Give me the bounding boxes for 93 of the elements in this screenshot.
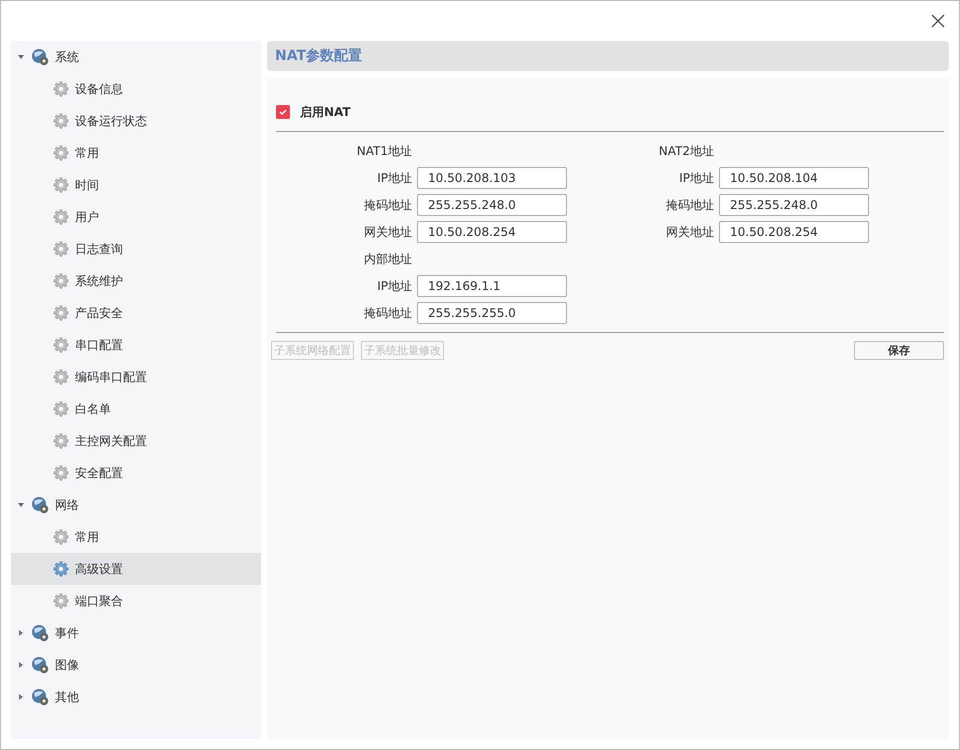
- input-field[interactable]: 10.50.208.254: [417, 221, 567, 243]
- gear-icon: [53, 209, 69, 225]
- globe-gear-icon: [31, 624, 49, 642]
- tree-item[interactable]: 设备运行状态: [11, 105, 261, 137]
- gear-icon: [53, 433, 69, 449]
- gear-icon: [53, 81, 69, 97]
- item-label: 常用: [75, 528, 99, 546]
- group-label: 网络: [55, 496, 79, 514]
- tree-group[interactable]: 图像: [11, 649, 261, 681]
- section-heading: 内部地址: [363, 250, 412, 268]
- tree-item[interactable]: 用户: [11, 201, 261, 233]
- tree-group[interactable]: 事件: [11, 617, 261, 649]
- gear-icon: [53, 145, 69, 161]
- gear-icon: [53, 401, 69, 417]
- tree-item[interactable]: 常用: [11, 521, 261, 553]
- expand-arrow-icon[interactable]: [17, 661, 25, 669]
- tree-item[interactable]: 常用: [11, 137, 261, 169]
- tree-item[interactable]: 安全配置: [11, 457, 261, 489]
- save-button[interactable]: 保存: [854, 341, 944, 360]
- item-label: 串口配置: [75, 336, 123, 354]
- gear-icon: [53, 177, 69, 193]
- gear-icon: [53, 369, 69, 385]
- tree-item[interactable]: 主控网关配置: [11, 425, 261, 457]
- gear-icon: [53, 337, 69, 353]
- field-label: 网关地址: [665, 224, 714, 240]
- tree-item[interactable]: 系统维护: [11, 265, 261, 297]
- item-label: 高级设置: [75, 560, 123, 578]
- input-field[interactable]: 10.50.208.254: [719, 221, 869, 243]
- tree-group[interactable]: 其他: [11, 681, 261, 713]
- tree-item[interactable]: 白名单: [11, 393, 261, 425]
- input-field[interactable]: 10.50.208.103: [417, 167, 567, 189]
- item-label: 设备运行状态: [75, 112, 147, 130]
- group-label: 图像: [55, 656, 79, 674]
- input-field[interactable]: 255.255.248.0: [417, 194, 567, 216]
- panel-title: NAT参数配置: [275, 47, 362, 65]
- group-label: 系统: [55, 48, 79, 66]
- field-label: 掩码地址: [363, 304, 412, 322]
- tree-item[interactable]: 产品安全: [11, 297, 261, 329]
- item-label: 端口聚合: [75, 592, 123, 610]
- item-label: 安全配置: [75, 464, 123, 482]
- item-label: 白名单: [75, 400, 111, 418]
- section-heading: NAT1地址: [356, 142, 412, 160]
- item-label: 日志查询: [75, 240, 123, 258]
- item-label: 主控网关配置: [75, 432, 147, 450]
- field-label: IP地址: [678, 170, 714, 186]
- tree-item[interactable]: 编码串口配置: [11, 361, 261, 393]
- field-label: 掩码地址: [363, 196, 412, 214]
- item-label: 系统维护: [75, 272, 123, 290]
- item-label: 用户: [75, 208, 99, 226]
- item-label: 常用: [75, 144, 99, 162]
- globe-gear-icon: [31, 656, 49, 674]
- globe-gear-icon: [31, 48, 49, 66]
- collapse-arrow-icon[interactable]: [17, 53, 25, 61]
- checkbox-label: 启用NAT: [300, 104, 351, 120]
- field-label: 网关地址: [363, 224, 412, 240]
- gear-icon: [53, 241, 69, 257]
- globe-gear-icon: [31, 496, 49, 514]
- field-label: IP地址: [376, 170, 412, 186]
- input-field[interactable]: 192.169.1.1: [417, 275, 567, 297]
- input-field[interactable]: 10.50.208.104: [719, 167, 869, 189]
- collapse-arrow-icon[interactable]: [17, 501, 25, 509]
- tree-item[interactable]: 设备信息: [11, 73, 261, 105]
- checkmark-icon: [278, 107, 288, 117]
- input-field[interactable]: 255.255.255.0: [417, 302, 567, 324]
- item-label: 设备信息: [75, 80, 123, 98]
- globe-gear-icon: [31, 688, 49, 706]
- item-label: 产品安全: [75, 304, 123, 322]
- field-label: IP地址: [376, 278, 412, 294]
- tree-group[interactable]: 网络: [11, 489, 261, 521]
- input-field[interactable]: 255.255.248.0: [719, 194, 869, 216]
- close-button[interactable]: [931, 14, 945, 28]
- gear-icon: [53, 561, 69, 577]
- gear-icon: [53, 305, 69, 321]
- gear-icon: [53, 465, 69, 481]
- tree-item[interactable]: 日志查询: [11, 233, 261, 265]
- gear-icon: [53, 113, 69, 129]
- gear-icon: [53, 273, 69, 289]
- tree-item[interactable]: 高级设置: [11, 553, 261, 585]
- expand-arrow-icon[interactable]: [17, 629, 25, 637]
- tree-item[interactable]: 时间: [11, 169, 261, 201]
- group-label: 事件: [55, 624, 79, 642]
- item-label: 时间: [75, 176, 99, 194]
- section-heading: NAT2地址: [658, 142, 714, 160]
- tree-item[interactable]: 串口配置: [11, 329, 261, 361]
- item-label: 编码串口配置: [75, 368, 147, 386]
- tree-group[interactable]: 系统: [11, 41, 261, 73]
- checkbox[interactable]: [276, 105, 290, 119]
- gear-icon: [53, 593, 69, 609]
- field-label: 掩码地址: [665, 196, 714, 214]
- gear-icon: [53, 529, 69, 545]
- group-label: 其他: [55, 688, 79, 706]
- tree-item[interactable]: 端口聚合: [11, 585, 261, 617]
- expand-arrow-icon[interactable]: [17, 693, 25, 701]
